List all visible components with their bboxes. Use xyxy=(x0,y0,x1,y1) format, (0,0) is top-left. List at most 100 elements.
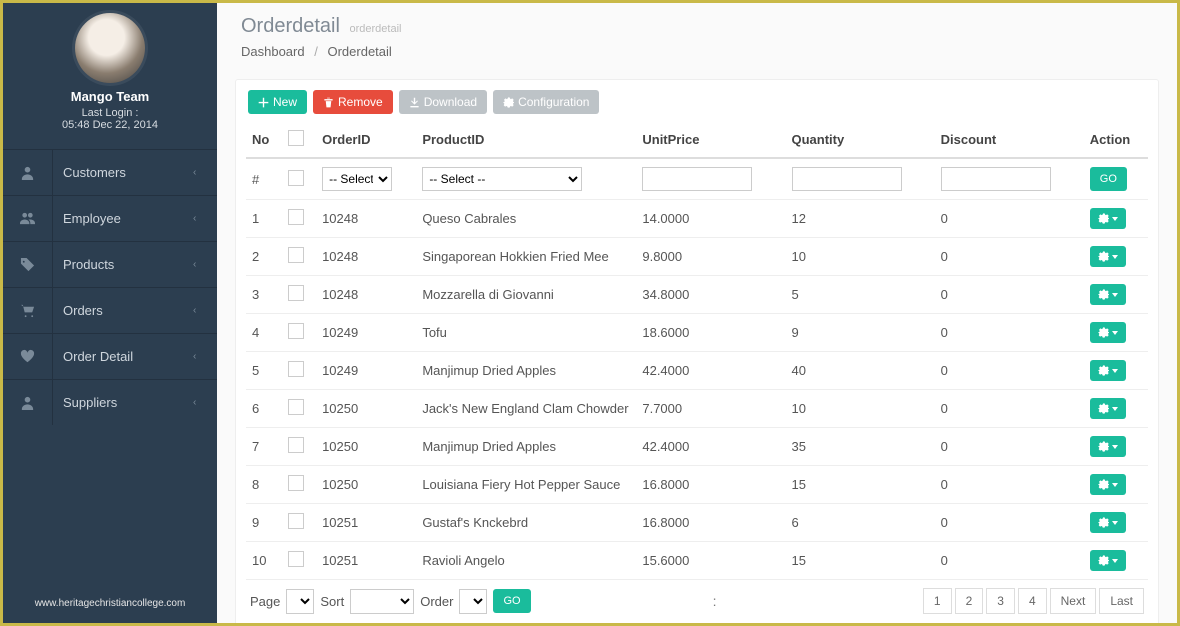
page-1[interactable]: 1 xyxy=(923,588,952,614)
table-row: 610250Jack's New England Clam Chowder7.7… xyxy=(246,390,1148,428)
page-label: Page xyxy=(250,594,280,609)
sidebar-item-orders[interactable]: Orders‹ xyxy=(3,287,217,333)
cell-qty: 15 xyxy=(786,542,935,580)
cell-disc: 0 xyxy=(935,200,1084,238)
row-action-button[interactable] xyxy=(1090,246,1126,267)
cell-no: 3 xyxy=(246,276,282,314)
filter-hash: # xyxy=(246,158,282,200)
cell-price: 16.8000 xyxy=(636,466,785,504)
sidebar-item-suppliers[interactable]: Suppliers‹ xyxy=(3,379,217,425)
cell-qty: 12 xyxy=(786,200,935,238)
col-check xyxy=(282,122,316,158)
table-row: 410249Tofu18.600090 xyxy=(246,314,1148,352)
row-checkbox[interactable] xyxy=(288,323,304,339)
col-discount: Discount xyxy=(935,122,1084,158)
cell-no: 1 xyxy=(246,200,282,238)
nav-label: Order Detail xyxy=(53,349,193,364)
page-2[interactable]: 2 xyxy=(955,588,984,614)
page-select[interactable] xyxy=(286,589,314,614)
unitprice-filter[interactable] xyxy=(642,167,752,191)
gear-icon xyxy=(1098,251,1109,262)
row-action-button[interactable] xyxy=(1090,208,1126,229)
cell-disc: 0 xyxy=(935,390,1084,428)
cell-orderid: 10251 xyxy=(316,542,416,580)
productid-filter[interactable]: -- Select -- xyxy=(422,167,582,191)
col-productid: ProductID xyxy=(416,122,636,158)
gear-icon xyxy=(1098,213,1109,224)
main: Orderdetail orderdetail Dashboard / Orde… xyxy=(217,3,1177,623)
table-row: 810250Louisiana Fiery Hot Pepper Sauce16… xyxy=(246,466,1148,504)
cell-disc: 0 xyxy=(935,542,1084,580)
cell-orderid: 10249 xyxy=(316,314,416,352)
caret-down-icon xyxy=(1112,407,1118,411)
cell-qty: 15 xyxy=(786,466,935,504)
nav: Customers‹Employee‹Products‹Orders‹Order… xyxy=(3,149,217,584)
cell-qty: 6 xyxy=(786,504,935,542)
download-label: Download xyxy=(424,95,477,109)
filter-go-button[interactable]: GO xyxy=(1090,167,1127,191)
row-action-button[interactable] xyxy=(1090,322,1126,343)
col-action: Action xyxy=(1084,122,1148,158)
breadcrumb-item: Orderdetail xyxy=(327,44,391,59)
cell-orderid: 10250 xyxy=(316,466,416,504)
nav-label: Employee xyxy=(53,211,193,226)
pagination: 1234NextLast xyxy=(923,588,1144,614)
gear-icon xyxy=(1098,327,1109,338)
quantity-filter[interactable] xyxy=(792,167,902,191)
page-last[interactable]: Last xyxy=(1099,588,1144,614)
sidebar-item-products[interactable]: Products‹ xyxy=(3,241,217,287)
row-checkbox[interactable] xyxy=(288,361,304,377)
sidebar-item-customers[interactable]: Customers‹ xyxy=(3,149,217,195)
page-next[interactable]: Next xyxy=(1050,588,1097,614)
pager-go-button[interactable]: GO xyxy=(493,589,530,613)
page-4[interactable]: 4 xyxy=(1018,588,1047,614)
cell-disc: 0 xyxy=(935,314,1084,352)
row-action-button[interactable] xyxy=(1090,550,1126,571)
row-checkbox[interactable] xyxy=(288,209,304,225)
row-checkbox[interactable] xyxy=(288,437,304,453)
row-checkbox[interactable] xyxy=(288,285,304,301)
row-checkbox[interactable] xyxy=(288,399,304,415)
new-button[interactable]: New xyxy=(248,90,307,114)
table-row: 110248Queso Cabrales14.0000120 xyxy=(246,200,1148,238)
cell-qty: 10 xyxy=(786,238,935,276)
table-row: 910251Gustaf's Knckebrd16.800060 xyxy=(246,504,1148,542)
caret-down-icon xyxy=(1112,521,1118,525)
page-3[interactable]: 3 xyxy=(986,588,1015,614)
row-checkbox[interactable] xyxy=(288,475,304,491)
download-button[interactable]: Download xyxy=(399,90,487,114)
cell-price: 14.0000 xyxy=(636,200,785,238)
col-orderid: OrderID xyxy=(316,122,416,158)
sidebar-item-order-detail[interactable]: Order Detail‹ xyxy=(3,333,217,379)
sort-select[interactable] xyxy=(350,589,414,614)
cell-price: 16.8000 xyxy=(636,504,785,542)
config-button[interactable]: Configuration xyxy=(493,90,599,114)
tag-icon xyxy=(3,242,53,287)
order-select[interactable] xyxy=(459,589,487,614)
row-checkbox[interactable] xyxy=(288,247,304,263)
cell-product: Mozzarella di Giovanni xyxy=(416,276,636,314)
checkbox-all[interactable] xyxy=(288,170,304,186)
profile-name: Mango Team xyxy=(3,89,217,104)
row-checkbox[interactable] xyxy=(288,513,304,529)
row-action-button[interactable] xyxy=(1090,436,1126,457)
discount-filter[interactable] xyxy=(941,167,1051,191)
row-action-button[interactable] xyxy=(1090,284,1126,305)
row-action-button[interactable] xyxy=(1090,398,1126,419)
title-sub: orderdetail xyxy=(350,23,402,35)
remove-button[interactable]: Remove xyxy=(313,90,393,114)
pager-bar: Page Sort Order GO : 1234NextLast xyxy=(246,580,1148,614)
gear-icon xyxy=(503,97,514,108)
orderid-filter[interactable]: -- Select -- xyxy=(322,167,392,191)
breadcrumb-item[interactable]: Dashboard xyxy=(241,44,305,59)
row-action-button[interactable] xyxy=(1090,512,1126,533)
sidebar-item-employee[interactable]: Employee‹ xyxy=(3,195,217,241)
checkbox-header[interactable] xyxy=(288,130,304,146)
row-action-button[interactable] xyxy=(1090,474,1126,495)
profile-block: Mango Team Last Login : 05:48 Dec 22, 20… xyxy=(3,3,217,149)
row-checkbox[interactable] xyxy=(288,551,304,567)
row-action-button[interactable] xyxy=(1090,360,1126,381)
order-label: Order xyxy=(420,594,453,609)
table-row: 310248Mozzarella di Giovanni34.800050 xyxy=(246,276,1148,314)
page-header: Orderdetail orderdetail Dashboard / Orde… xyxy=(217,3,1177,73)
